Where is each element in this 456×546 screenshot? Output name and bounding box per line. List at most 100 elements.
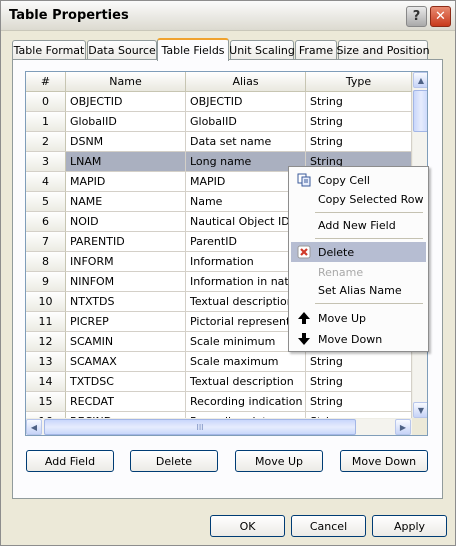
field-alias-cell[interactable]: OBJECTID xyxy=(186,92,306,112)
menu-item-label: Delete xyxy=(318,245,355,259)
row-index-cell[interactable]: 9 xyxy=(26,272,66,292)
help-button[interactable]: ? xyxy=(406,6,427,27)
column-header-type[interactable]: Type xyxy=(306,72,412,92)
scroll-left-button[interactable]: ◀ xyxy=(26,419,42,435)
tab-table-fields[interactable]: Table Fields xyxy=(157,38,229,61)
menu-item-move-up[interactable]: Move Up xyxy=(291,308,426,328)
tab-data-source[interactable]: Data Source xyxy=(87,40,157,60)
row-index-cell[interactable]: 14 xyxy=(26,372,66,392)
tab-table-format[interactable]: Table Format xyxy=(12,40,86,60)
move-up-button[interactable]: Move Up xyxy=(235,450,323,472)
field-name-cell[interactable]: LNAM xyxy=(66,152,186,172)
row-index-cell[interactable]: 2 xyxy=(26,132,66,152)
field-name-cell[interactable]: GlobalID xyxy=(66,112,186,132)
field-type-cell[interactable]: String xyxy=(306,352,412,372)
menu-item-rename: Rename xyxy=(291,262,426,282)
scroll-down-icon: ▼ xyxy=(417,405,425,415)
table-row[interactable]: 14 TXTDSC Textual description String xyxy=(26,372,412,392)
column-header-alias[interactable]: Alias xyxy=(186,72,306,92)
menu-item-label: Add New Field xyxy=(318,218,396,232)
field-name-cell[interactable]: INFORM xyxy=(66,252,186,272)
field-type-cell[interactable]: String xyxy=(306,92,412,112)
row-index-cell[interactable]: 10 xyxy=(26,292,66,312)
column-header-name[interactable]: Name xyxy=(66,72,186,92)
field-name-cell[interactable]: NAME xyxy=(66,192,186,212)
column-header-index[interactable]: # xyxy=(26,72,66,92)
menu-item-copy-selected-row[interactable]: Copy Selected Row xyxy=(291,189,426,209)
row-index-cell[interactable]: 4 xyxy=(26,172,66,192)
add-field-button[interactable]: Add Field xyxy=(26,450,114,472)
table-row[interactable]: 13 SCAMAX Scale maximum String xyxy=(26,352,412,372)
menu-separator xyxy=(315,238,423,239)
arrow-down-icon xyxy=(296,331,312,347)
scroll-right-button[interactable]: ▶ xyxy=(395,419,411,435)
menu-item-label: Move Up xyxy=(318,311,367,325)
menu-item-add-new-field[interactable]: Add New Field xyxy=(291,215,426,235)
field-name-cell[interactable]: TXTDSC xyxy=(66,372,186,392)
vertical-scroll-thumb[interactable] xyxy=(413,90,427,132)
tab-frame[interactable]: Frame xyxy=(295,40,337,60)
row-index-cell[interactable]: 11 xyxy=(26,312,66,332)
grid-header: # Name Alias Type xyxy=(26,72,412,92)
field-name-cell[interactable]: OBJECTID xyxy=(66,92,186,112)
table-row[interactable]: 1 GlobalID GlobalID String xyxy=(26,112,412,132)
apply-button[interactable]: Apply xyxy=(372,515,447,537)
tab-size-and-position[interactable]: Size and Position xyxy=(336,40,430,60)
row-index-cell[interactable]: 3 xyxy=(26,152,66,172)
row-index-cell[interactable]: 12 xyxy=(26,332,66,352)
menu-item-label: Copy Selected Row xyxy=(318,192,424,206)
field-name-cell[interactable]: SCAMIN xyxy=(66,332,186,352)
move-down-button[interactable]: Move Down xyxy=(340,450,428,472)
ok-button[interactable]: OK xyxy=(210,515,285,537)
table-row[interactable]: 15 RECDAT Recording indication String xyxy=(26,392,412,412)
delete-icon xyxy=(296,244,312,260)
field-name-cell[interactable]: MAPID xyxy=(66,172,186,192)
menu-item-copy-cell[interactable]: Copy Cell xyxy=(291,170,426,190)
scroll-corner xyxy=(412,418,427,435)
row-index-cell[interactable]: 15 xyxy=(26,392,66,412)
field-type-cell[interactable]: String xyxy=(306,112,412,132)
menu-item-move-down[interactable]: Move Down xyxy=(291,329,426,349)
field-alias-cell[interactable]: Recording indication xyxy=(186,392,306,412)
row-index-cell[interactable]: 6 xyxy=(26,212,66,232)
copy-icon xyxy=(296,172,312,188)
menu-item-delete[interactable]: Delete xyxy=(291,242,426,262)
menu-item-label: Rename xyxy=(318,265,364,279)
field-name-cell[interactable]: SCAMAX xyxy=(66,352,186,372)
horizontal-scroll-thumb[interactable]: III xyxy=(44,419,356,435)
row-index-cell[interactable]: 0 xyxy=(26,92,66,112)
scroll-down-button[interactable]: ▼ xyxy=(413,402,427,418)
row-index-cell[interactable]: 5 xyxy=(26,192,66,212)
field-name-cell[interactable]: RECDAT xyxy=(66,392,186,412)
field-alias-cell[interactable]: Textual description xyxy=(186,372,306,392)
field-alias-cell[interactable]: GlobalID xyxy=(186,112,306,132)
field-alias-cell[interactable]: Data set name xyxy=(186,132,306,152)
field-type-cell[interactable]: String xyxy=(306,372,412,392)
close-button[interactable]: ✕ xyxy=(430,6,451,27)
field-name-cell[interactable]: NTXTDS xyxy=(66,292,186,312)
scroll-up-button[interactable]: ▲ xyxy=(413,72,427,88)
row-index-cell[interactable]: 7 xyxy=(26,232,66,252)
row-index-cell[interactable]: 1 xyxy=(26,112,66,132)
field-type-cell[interactable]: String xyxy=(306,132,412,152)
menu-item-set-alias-name[interactable]: Set Alias Name xyxy=(291,280,426,300)
tab-unit-scaling[interactable]: Unit Scaling xyxy=(229,40,295,60)
field-name-cell[interactable]: NINFOM xyxy=(66,272,186,292)
help-icon: ? xyxy=(412,9,421,24)
table-row[interactable]: 0 OBJECTID OBJECTID String xyxy=(26,92,412,112)
title-bar: Table Properties ? ✕ xyxy=(1,1,455,31)
delete-button[interactable]: Delete xyxy=(130,450,218,472)
window-title: Table Properties xyxy=(9,8,129,23)
menu-separator xyxy=(315,212,423,213)
field-name-cell[interactable]: PARENTID xyxy=(66,232,186,252)
horizontal-scrollbar[interactable]: ◀ III ▶ xyxy=(26,418,412,435)
field-alias-cell[interactable]: Scale maximum xyxy=(186,352,306,372)
field-name-cell[interactable]: PICREP xyxy=(66,312,186,332)
row-index-cell[interactable]: 8 xyxy=(26,252,66,272)
table-row[interactable]: 2 DSNM Data set name String xyxy=(26,132,412,152)
field-name-cell[interactable]: DSNM xyxy=(66,132,186,152)
field-name-cell[interactable]: NOID xyxy=(66,212,186,232)
row-index-cell[interactable]: 13 xyxy=(26,352,66,372)
field-type-cell[interactable]: String xyxy=(306,392,412,412)
cancel-button[interactable]: Cancel xyxy=(291,515,366,537)
